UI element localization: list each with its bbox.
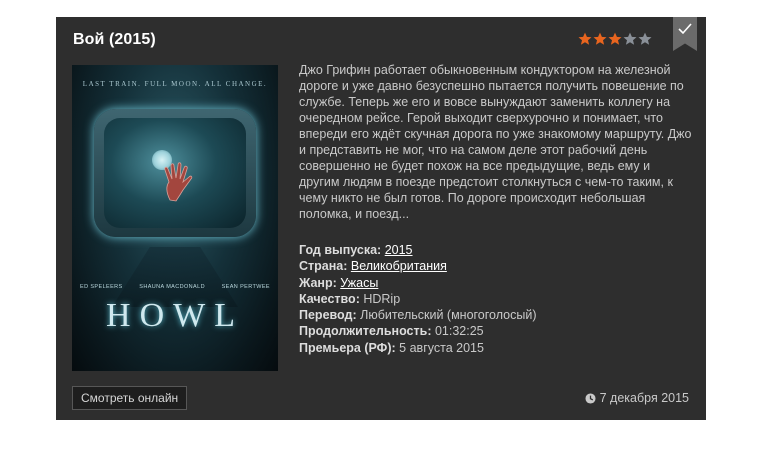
movie-poster[interactable]: LAST TRAIN. FULL MOON. ALL CHANGE. ED SP… [72, 65, 278, 371]
poster-hand-image [164, 162, 193, 202]
detail-premiere: Премьера (РФ): 5 августа 2015 [299, 340, 484, 355]
detail-duration: Продолжительность: 01:32:25 [299, 324, 484, 339]
watch-online-button[interactable]: Смотреть онлайн [72, 386, 188, 410]
translation-value: Любительский (многоголосый) [360, 308, 537, 323]
rating-stars[interactable] [578, 32, 652, 46]
detail-translation: Перевод: Любительский (многоголосый) [299, 308, 537, 323]
movie-card: Вой (2015) LAST TRAIN. FULL MOON. ALL CH… [56, 17, 706, 420]
bookmark-corner[interactable] [673, 17, 697, 51]
star-filled-icon[interactable] [578, 32, 592, 46]
star-empty-icon[interactable] [638, 32, 652, 46]
country-link[interactable]: Великобритания [351, 259, 447, 273]
poster-train-window [94, 109, 256, 237]
movie-details: Год выпуска: 2015 Страна: Великобритания… [299, 242, 699, 356]
detail-quality: Качество: HDRip [299, 291, 401, 306]
poster-cast: ED SPELEERS SHAUNA MACDONALD SEAN PERTWE… [80, 284, 270, 290]
star-filled-icon[interactable] [608, 32, 622, 46]
checkmark-icon [678, 23, 692, 35]
detail-year: Год выпуска: 2015 [299, 243, 413, 257]
post-date-text: 7 декабря 2015 [599, 391, 689, 405]
genre-link[interactable]: Ужасы [340, 276, 378, 290]
star-empty-icon[interactable] [623, 32, 637, 46]
post-date: 7 декабря 2015 [585, 391, 689, 405]
clock-icon [585, 392, 596, 404]
poster-logo: HOWL [106, 297, 244, 334]
star-filled-icon[interactable] [593, 32, 607, 46]
movie-title[interactable]: Вой (2015) [73, 31, 156, 49]
quality-value: HDRip [363, 291, 401, 306]
detail-genre: Жанр: Ужасы [299, 275, 379, 290]
movie-description: Джо Грифин работает обыкновенным кондукт… [299, 63, 692, 221]
duration-value: 01:32:25 [434, 324, 484, 339]
premiere-value: 5 августа 2015 [399, 340, 484, 355]
detail-country: Страна: Великобритания [299, 259, 447, 274]
poster-tagline: LAST TRAIN. FULL MOON. ALL CHANGE. [82, 80, 268, 88]
year-link[interactable]: 2015 [385, 243, 413, 257]
